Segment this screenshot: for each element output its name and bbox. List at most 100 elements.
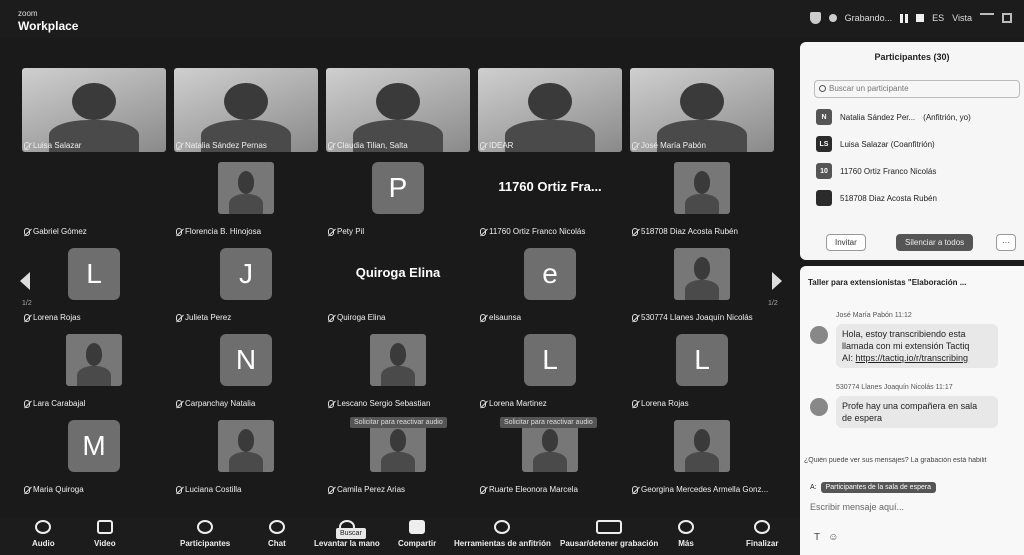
participant-display-name: 11760 Ortiz Fra... <box>498 179 602 194</box>
participant-row[interactable]: 518708 Diaz Acosta Rubén <box>816 189 937 207</box>
chat-line: Hola, estoy transcribiendo esta <box>842 329 966 339</box>
participant-name-text: 530774 Llanes Joaquín Nicolás <box>641 313 753 322</box>
mic-muted-icon <box>328 141 334 150</box>
participant-name-text: 518708 Diaz Acosta Rubén <box>641 227 738 236</box>
participant-name: 11760 Ortiz Franco Nicolás <box>840 166 937 176</box>
mic-muted-icon <box>24 313 30 322</box>
participants-title: Participantes (30) <box>874 52 950 62</box>
video-tile[interactable]: Florencia B. Hinojosa <box>170 154 322 238</box>
avatar: J <box>220 248 272 300</box>
format-icon[interactable]: T ☺ <box>814 532 838 543</box>
participant-video <box>630 68 774 152</box>
view-button[interactable]: Vista <box>952 13 972 23</box>
chat-input[interactable]: Escribir mensaje aquí... <box>810 502 904 512</box>
video-button[interactable]: Video <box>94 520 116 548</box>
video-tile[interactable]: Claudia Tilian, Salta <box>322 68 474 152</box>
video-tile[interactable]: M Maria Quiroga <box>18 412 170 496</box>
mic-muted-icon <box>24 485 30 494</box>
video-tile[interactable]: IDEAR <box>474 68 626 152</box>
invite-button[interactable]: Invitar <box>826 234 866 251</box>
participant-name: José María Pabón <box>632 141 706 150</box>
video-tile[interactable]: J Julieta Perez <box>170 240 322 324</box>
chat-recipient[interactable]: A: Participantes de la sala de espera <box>810 482 937 493</box>
participant-name-text: Maria Quiroga <box>33 485 84 494</box>
video-tile[interactable]: Natalia Sández Pernas <box>170 68 322 152</box>
minimize-icon[interactable] <box>980 13 994 23</box>
mic-muted-icon <box>328 485 334 494</box>
more-options-icon[interactable]: ··· <box>996 234 1016 251</box>
chat-label: Chat <box>268 539 286 548</box>
chat-button[interactable]: Chat <box>268 520 286 548</box>
maximize-icon[interactable] <box>1002 13 1012 23</box>
video-tile[interactable]: L Lorena Martinez <box>474 326 626 410</box>
video-tile[interactable]: Gabriel Gómez <box>18 154 170 238</box>
mute-all-button[interactable]: Silenciar a todos <box>896 234 974 251</box>
audio-button[interactable]: Audio <box>32 520 55 548</box>
participant-video <box>174 68 318 152</box>
share-button[interactable]: Compartir <box>398 520 436 548</box>
shield-icon[interactable] <box>809 12 821 24</box>
participant-name-text: Pety Pil <box>337 227 365 236</box>
video-tile[interactable]: Lescano Sergio Sebastian <box>322 326 474 410</box>
video-tile[interactable]: e elsaunsa <box>474 240 626 324</box>
chat-visibility-note: ¿Quién puede ver sus mensajes? La grabac… <box>804 457 987 464</box>
mic-muted-icon <box>632 485 638 494</box>
participant-row[interactable]: N Natalia Sández Per... (Anfitrión, yo) <box>816 108 971 126</box>
recording-label: Grabando... <box>844 13 893 23</box>
people-icon <box>197 520 214 534</box>
request-unmute-pill[interactable]: Solicitar para reactivar audio <box>500 417 597 428</box>
participant-row[interactable]: LS Luisa Salazar (Coanfitrión) <box>816 135 935 153</box>
video-tile[interactable]: P Pety Pil <box>322 154 474 238</box>
pause-recording-button[interactable]: Pausar/detener grabación <box>560 520 658 548</box>
participants-button[interactable]: Participantes <box>180 520 230 548</box>
pause-recording-icon[interactable] <box>900 13 909 23</box>
video-tile[interactable]: José María Pabón <box>626 68 778 152</box>
host-tools-button[interactable]: Herramientas de anfitrión <box>454 520 551 548</box>
end-button[interactable]: Finalizar <box>746 520 778 548</box>
avatar: LS <box>816 136 832 152</box>
participant-name: 518708 Diaz Acosta Rubén <box>840 193 937 203</box>
participant-name-text: Camila Perez Arias <box>337 485 406 494</box>
chat-icon <box>268 520 285 534</box>
participant-name-text: Carpanchay Natalia <box>185 399 256 408</box>
chat-message: Hola, estoy transcribiendo esta llamada … <box>836 324 998 368</box>
video-tile[interactable]: Luciana Costilla <box>170 412 322 496</box>
mic-muted-icon <box>632 141 638 150</box>
more-button[interactable]: Más <box>678 520 694 548</box>
pause-recording-label: Pausar/detener grabación <box>560 539 659 548</box>
participant-name: Natalia Sández Pernas <box>176 141 267 150</box>
camera-icon <box>96 520 113 534</box>
mic-muted-icon <box>176 485 182 494</box>
more-icon <box>678 520 694 534</box>
participant-row[interactable]: 10 11760 Ortiz Franco Nicolás <box>816 162 936 180</box>
request-unmute-pill[interactable]: Solicitar para reactivar audio <box>350 417 447 428</box>
stop-recording-icon[interactable] <box>916 14 925 22</box>
video-tile[interactable]: L Lorena Rojas <box>18 240 170 324</box>
mic-muted-icon <box>480 141 486 150</box>
pause-stop-icon <box>596 520 623 534</box>
top-bar: zoom Workplace Grabando... ES Vista <box>0 0 1024 38</box>
video-tile[interactable]: L Lorena Rojas <box>626 326 778 410</box>
more-label: Más <box>678 539 694 548</box>
participant-name: Ruarte Eleonora Marcela <box>480 485 578 494</box>
mic-muted-icon <box>176 227 182 236</box>
recipient-select[interactable]: Participantes de la sala de espera <box>820 482 937 493</box>
video-tile[interactable]: Lara Carabajal <box>18 326 170 410</box>
participant-search-input[interactable]: Buscar un participante <box>814 80 1020 98</box>
video-tile[interactable]: 518708 Diaz Acosta Rubén <box>626 154 778 238</box>
mic-muted-icon <box>480 485 486 494</box>
video-tile[interactable]: Georgina Mercedes Armella Gonz... <box>626 412 778 496</box>
video-tile[interactable]: Luisa Salazar <box>18 68 170 152</box>
participant-name-text: José María Pabón <box>641 141 706 150</box>
language-indicator[interactable]: ES <box>932 13 944 23</box>
chat-link[interactable]: https://tactiq.io/r/transcribing <box>856 353 969 363</box>
participant-name: Julieta Perez <box>176 313 231 322</box>
video-tile[interactable]: 11760 Ortiz Fra... 11760 Ortiz Franco Nic… <box>474 154 626 238</box>
participant-name-text: Claudia Tilian, Salta <box>337 141 408 150</box>
video-tile[interactable]: 530774 Llanes Joaquín Nicolás <box>626 240 778 324</box>
video-tile[interactable]: Quiroga Elina Quiroga Elina <box>322 240 474 324</box>
participant-video <box>674 248 730 300</box>
chat-message: Profe hay una compañera en sala de esper… <box>836 396 998 428</box>
video-tile[interactable]: N Carpanchay Natalia <box>170 326 322 410</box>
participant-name: Luisa Salazar (Coanfitrión) <box>840 139 935 149</box>
